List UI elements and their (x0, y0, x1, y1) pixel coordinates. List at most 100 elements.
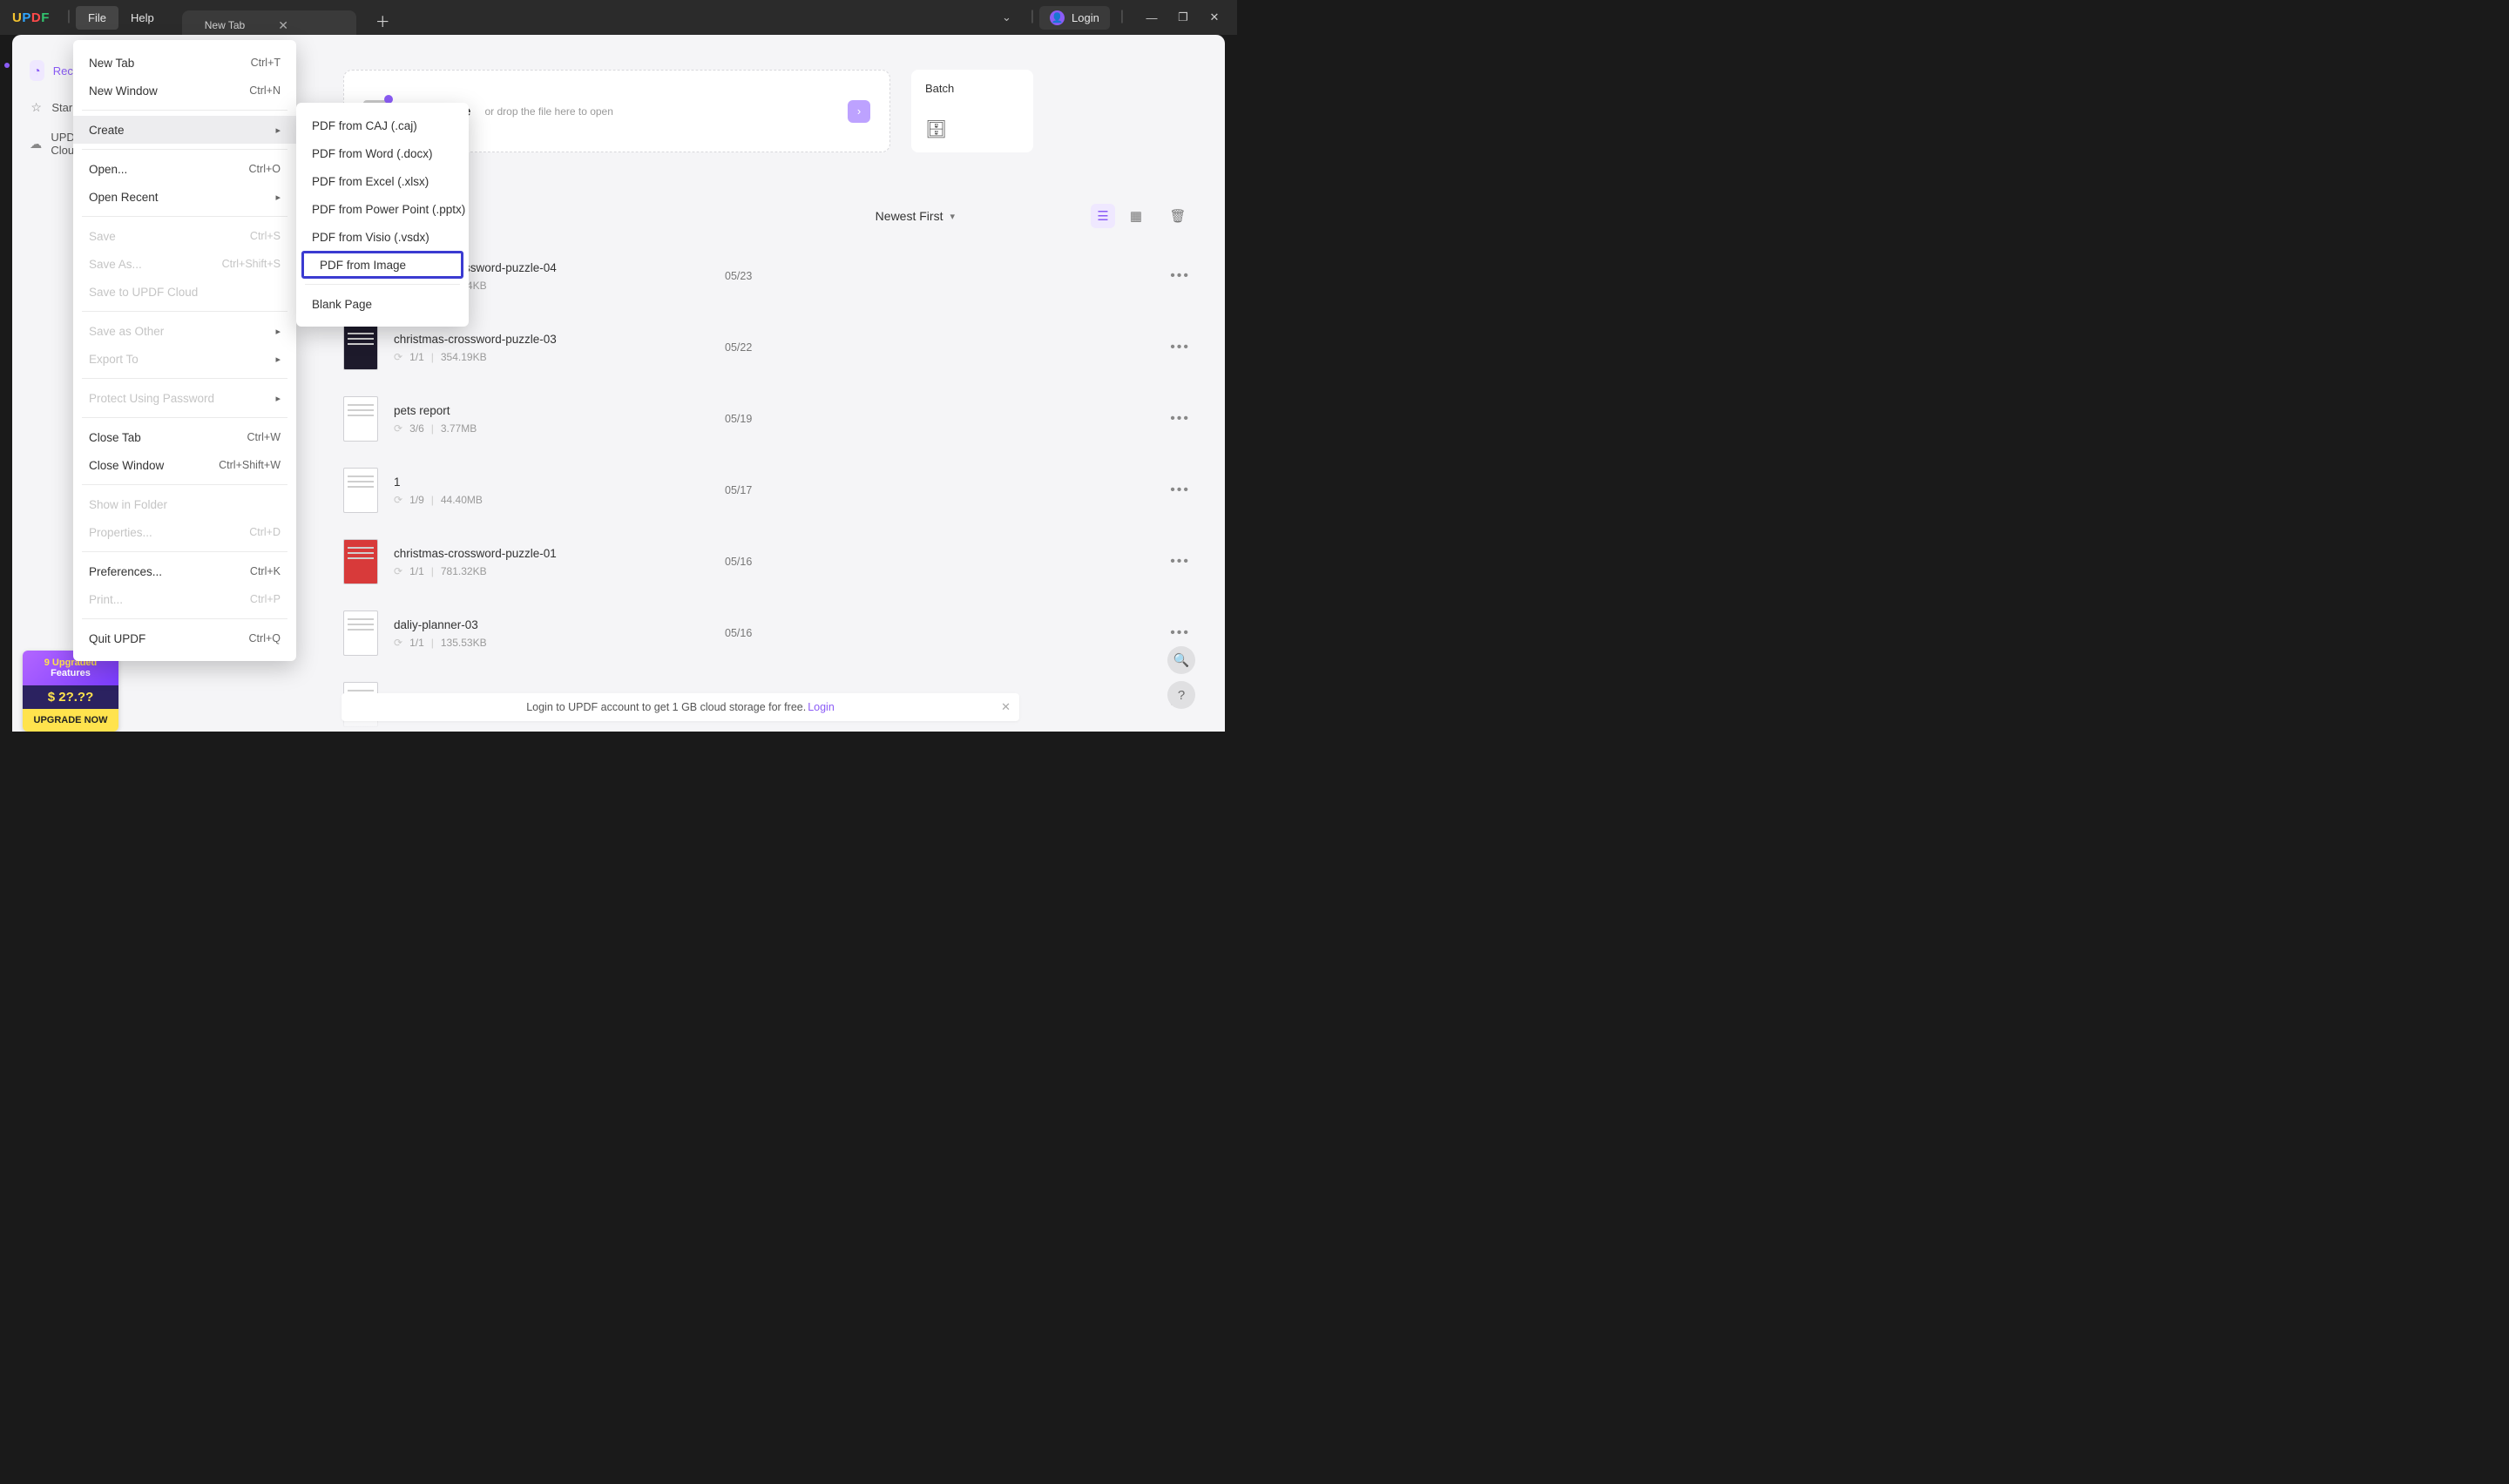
menu-item-label: PDF from Power Point (.pptx) (312, 203, 465, 216)
menu-item[interactable]: Close WindowCtrl+Shift+W (73, 451, 296, 479)
help-menu-button[interactable]: Help (118, 6, 166, 30)
chevron-right-icon: ▸ (275, 192, 281, 203)
cloud-sync-icon: ⟳ (394, 494, 402, 506)
chevron-right-icon: ▸ (275, 326, 281, 337)
file-row[interactable]: 1 ⟳1/9|44.40MB05/17 ••• (343, 468, 1190, 513)
menu-item[interactable]: PDF from Power Point (.pptx) (296, 195, 469, 223)
more-icon[interactable]: ••• (1170, 268, 1190, 284)
menu-item[interactable]: Preferences... Ctrl+K (73, 557, 296, 585)
chevron-right-icon: ▸ (275, 393, 281, 404)
menu-item[interactable]: PDF from Excel (.xlsx) (296, 167, 469, 195)
file-name: daliy-planner-03 (394, 618, 725, 631)
menu-item-label: Preferences... (89, 565, 162, 578)
search-fab[interactable]: 🔍 (1167, 646, 1195, 674)
file-thumbnail (343, 468, 378, 513)
titlebar: UPDF | File Help New Tab ✕ ＋ ⌄ | 👤 Login… (0, 0, 1237, 35)
menu-separator (82, 149, 287, 150)
upgrade-promo[interactable]: 9 Upgraded Features $ 2?.?? UPGRADE NOW (23, 651, 118, 732)
open-file-go-button[interactable]: › (848, 100, 870, 123)
file-row[interactable]: daliy-planner-03 ⟳1/1|135.53KB05/16 ••• (343, 610, 1190, 656)
more-icon[interactable]: ••• (1170, 482, 1190, 498)
file-date: 05/16 (725, 627, 803, 639)
file-meta: ⟳1/1|135.53KB (394, 637, 725, 649)
tab-label: New Tab (205, 19, 245, 31)
more-icon[interactable]: ••• (1170, 340, 1190, 355)
menu-item-label: New Window (89, 84, 158, 98)
file-name: christmas-crossword-puzzle-03 (394, 333, 725, 346)
file-meta: ⟳1/9|44.40MB (394, 494, 725, 506)
menu-item[interactable]: New TabCtrl+T (73, 49, 296, 77)
menu-shortcut: Ctrl+Shift+S (222, 258, 281, 270)
menu-separator (82, 618, 287, 619)
file-meta: ⟳1/1|781.32KB (394, 565, 725, 577)
chevron-right-icon: ▸ (275, 125, 281, 136)
login-button[interactable]: 👤 Login (1039, 6, 1110, 30)
file-row[interactable]: christmas-crossword-puzzle-03 ⟳1/1|354.19… (343, 325, 1190, 370)
menu-item[interactable]: PDF from Visio (.vsdx) (296, 223, 469, 251)
menu-item[interactable]: Quit UPDFCtrl+Q (73, 624, 296, 652)
menu-shortcut: Ctrl+O (249, 163, 281, 175)
open-file-subtitle: or drop the file here to open (484, 105, 612, 118)
file-date: 05/23 (725, 270, 803, 282)
more-icon[interactable]: ••• (1170, 411, 1190, 427)
menu-item[interactable]: Close TabCtrl+W (73, 423, 296, 451)
batch-card[interactable]: Batch 🗄 (911, 70, 1033, 152)
menu-item[interactable]: PDF from Word (.docx) (296, 139, 469, 167)
clock-icon: ◔ (30, 60, 44, 81)
list-view-button[interactable]: ☰ (1091, 204, 1115, 228)
chevron-down-icon[interactable]: ⌄ (1002, 10, 1011, 24)
close-window-button[interactable]: ✕ (1200, 6, 1228, 29)
menu-item-label: Create (89, 124, 125, 137)
menu-item[interactable]: Open Recent▸ (73, 183, 296, 211)
app-logo: UPDF (12, 10, 50, 25)
file-menu-button[interactable]: File (76, 6, 118, 30)
login-link[interactable]: Login (808, 701, 835, 713)
sort-dropdown[interactable]: Newest First ▾ (876, 209, 955, 223)
close-icon[interactable]: ✕ (1001, 700, 1011, 714)
file-date: 05/16 (725, 556, 803, 568)
menu-item: Show in Folder (73, 490, 296, 518)
grid-view-button[interactable]: ▦ (1124, 204, 1148, 228)
add-tab-button[interactable]: ＋ (369, 6, 397, 35)
menu-shortcut: Ctrl+Shift+W (219, 459, 281, 471)
file-row[interactable]: pets report⟳3/6|3.77MB05/19••• (343, 396, 1190, 442)
create-submenu: PDF from CAJ (.caj)PDF from Word (.docx)… (296, 103, 469, 327)
file-size: 781.32KB (441, 565, 487, 577)
menu-item[interactable]: New WindowCtrl+N (73, 77, 296, 105)
menu-item[interactable]: Open...Ctrl+O (73, 155, 296, 183)
menu-item-label: Save As... (89, 258, 142, 271)
menu-shortcut: Ctrl+T (251, 57, 281, 69)
help-fab[interactable]: ? (1167, 681, 1195, 709)
menu-item[interactable]: Create ▸ (73, 116, 296, 144)
menu-separator (305, 284, 460, 285)
maximize-button[interactable]: ❐ (1169, 6, 1197, 29)
file-meta: ⟳1/1|354.19KB (394, 351, 725, 363)
minimize-button[interactable]: — (1138, 6, 1166, 29)
file-row[interactable]: christmas-crossword-puzzle-01⟳1/1|781.32… (343, 539, 1190, 584)
menu-item-label: Properties... (89, 526, 152, 539)
upgrade-now-button[interactable]: UPGRADE NOW (23, 709, 118, 732)
close-icon[interactable]: ✕ (278, 18, 288, 33)
menu-item[interactable]: PDF from CAJ (.caj) (296, 111, 469, 139)
menu-item-label: Export To (89, 353, 139, 366)
file-date: 05/17 (725, 484, 803, 496)
menu-separator (82, 484, 287, 485)
menu-item-label: Save as Other (89, 325, 164, 338)
file-pages: 1/1 (409, 565, 424, 577)
more-icon[interactable]: ••• (1170, 554, 1190, 570)
file-size: 3.77MB (441, 422, 477, 435)
menu-item-label: Blank Page (312, 298, 372, 311)
menu-separator (82, 216, 287, 217)
more-icon[interactable]: ••• (1170, 625, 1190, 641)
file-menu-dropdown: New TabCtrl+TNew WindowCtrl+NCreate▸Open… (73, 40, 296, 661)
sort-label: Newest First (876, 209, 943, 223)
file-row[interactable]: christmas-crossword-puzzle-04⟳1/1|379.64… (343, 253, 1190, 299)
menu-item[interactable]: Blank Page (296, 290, 469, 318)
trash-button[interactable]: 🗑 (1166, 204, 1190, 228)
menu-item-label: Quit UPDF (89, 632, 145, 645)
menu-item[interactable]: PDF from Image (301, 251, 463, 279)
login-prompt-text: Login to UPDF account to get 1 GB cloud … (526, 701, 806, 713)
file-name: 1 (394, 476, 725, 489)
menu-shortcut: Ctrl+D (249, 526, 281, 538)
menu-shortcut: Ctrl+K (250, 565, 281, 577)
